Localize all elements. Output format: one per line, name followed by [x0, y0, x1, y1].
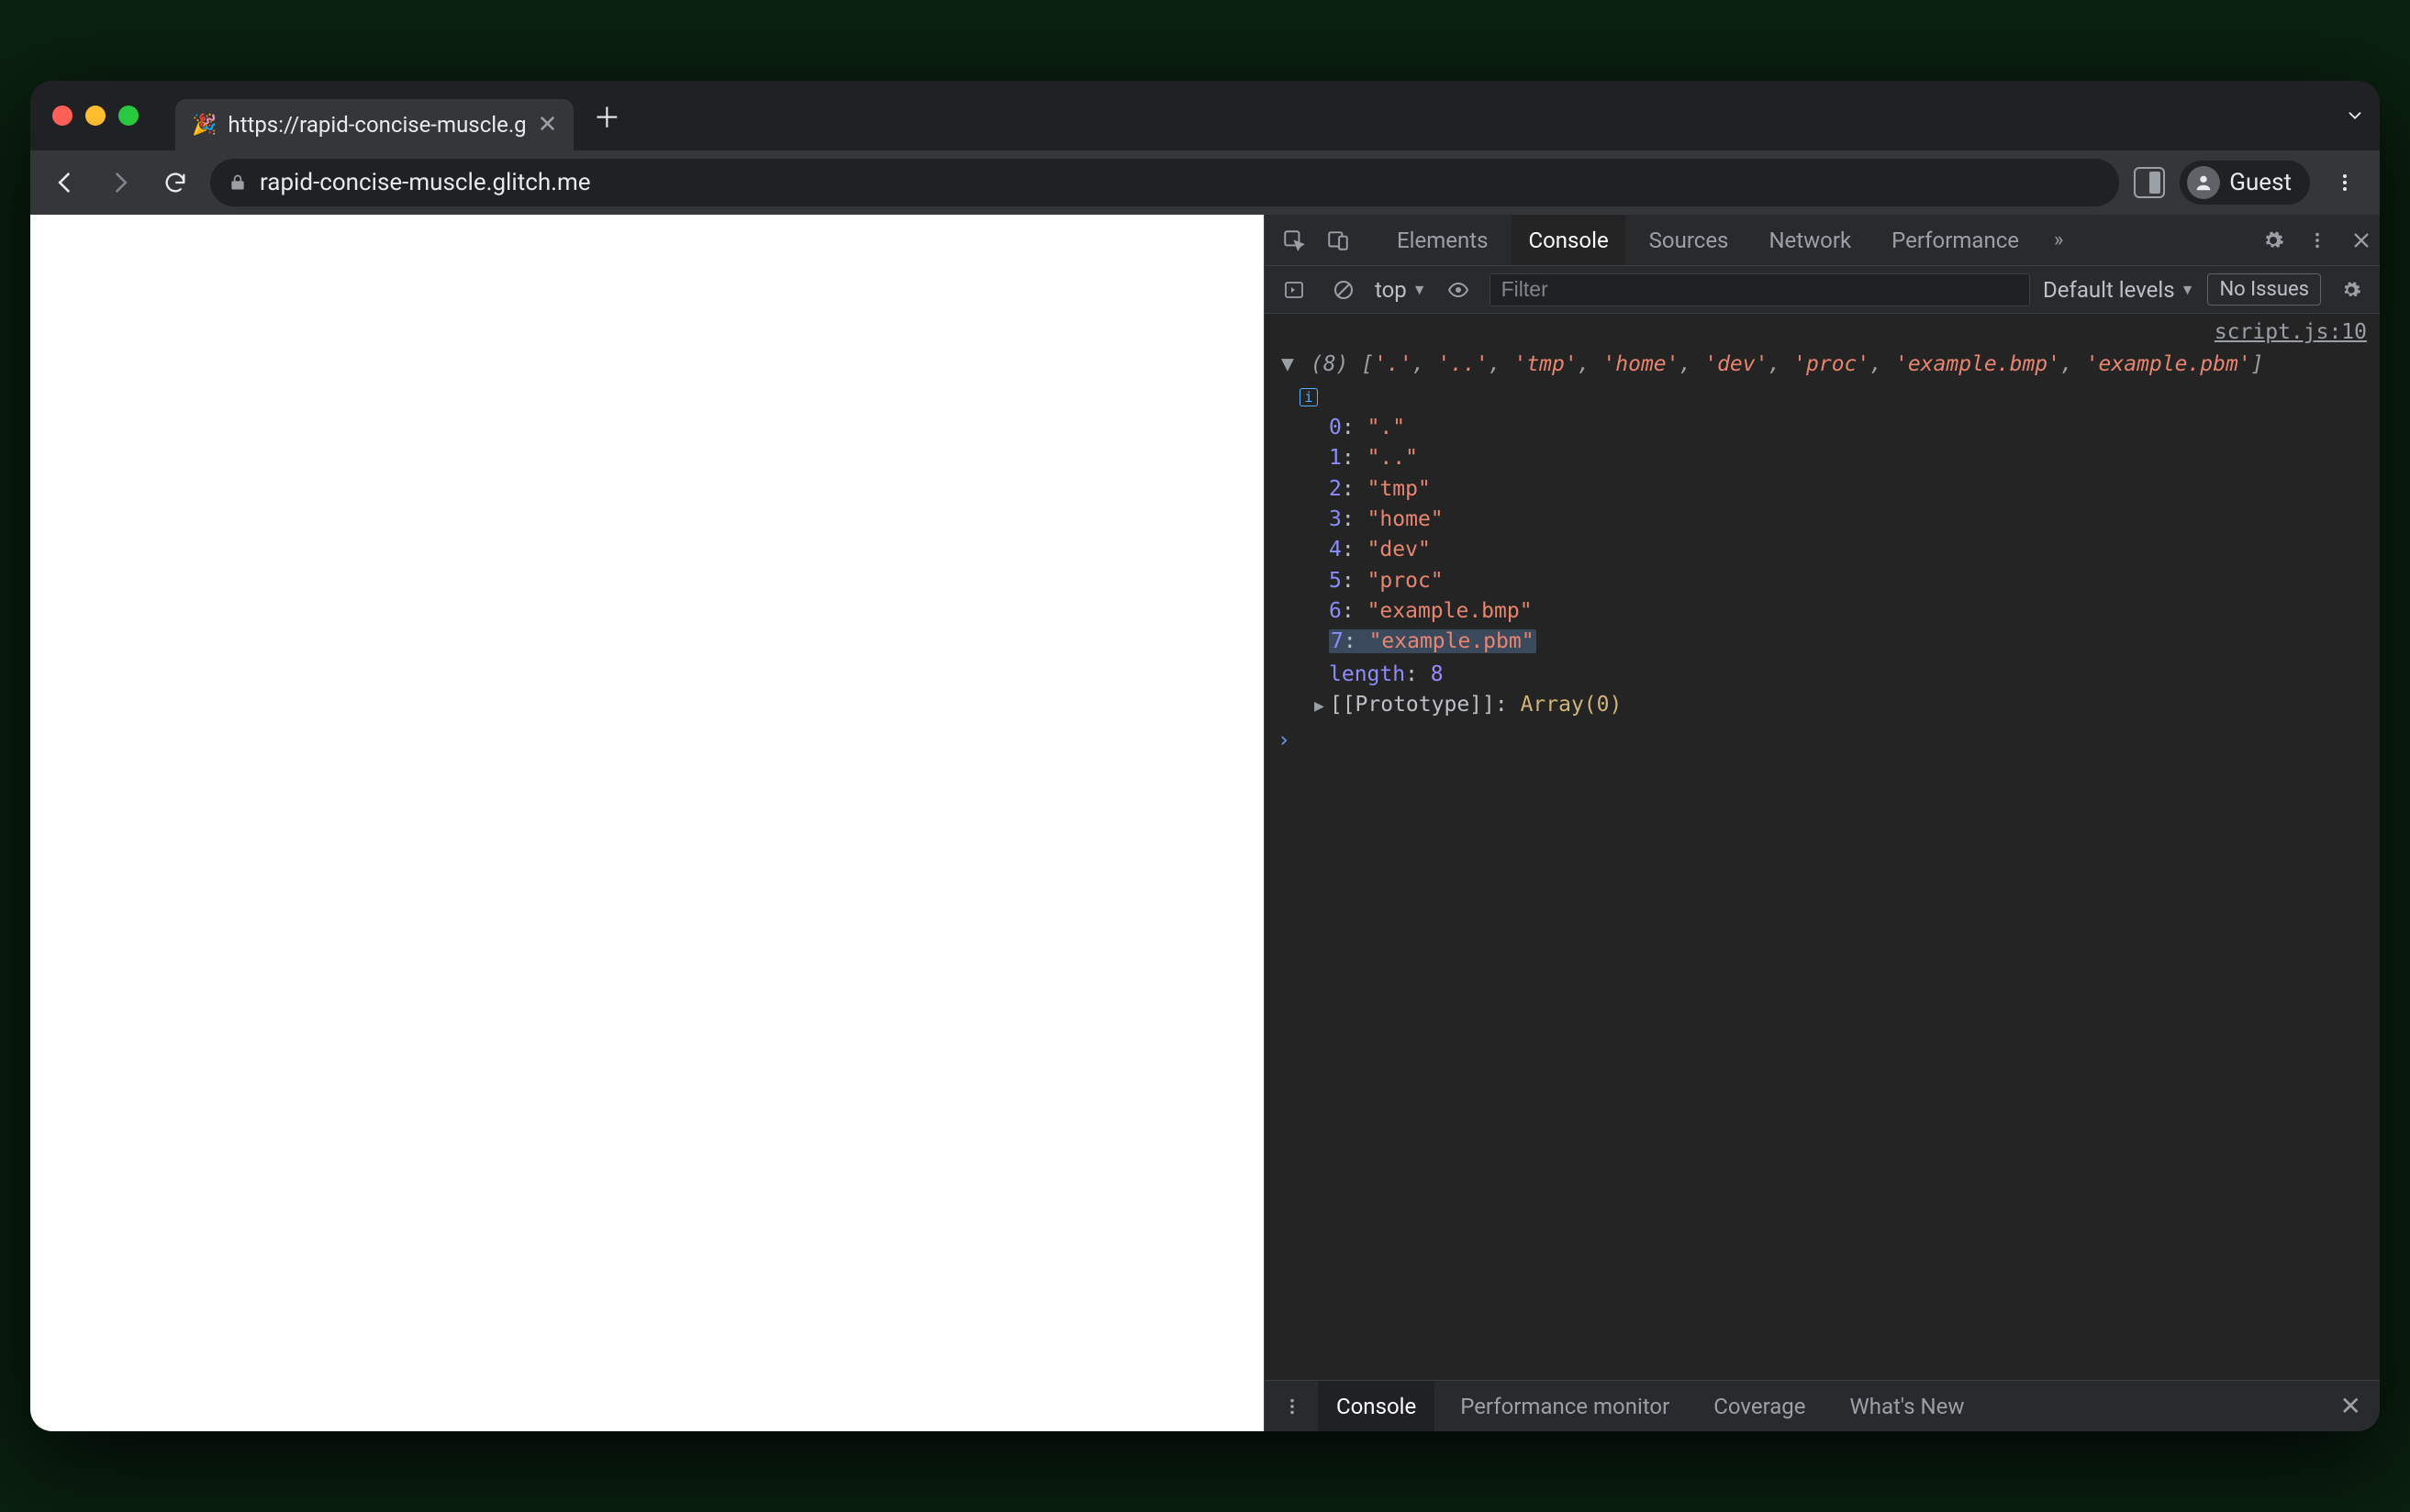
array-entry: 2: "tmp": [1329, 474, 2367, 505]
array-entry: 4: "dev": [1329, 535, 2367, 565]
minimize-window-button[interactable]: [85, 106, 106, 126]
tab-elements[interactable]: Elements: [1380, 215, 1504, 265]
tab-console[interactable]: Console: [1512, 215, 1624, 265]
collapse-icon[interactable]: ▼: [1281, 350, 1298, 380]
devtools-tabbar: Elements Console Sources Network Perform…: [1265, 215, 2380, 266]
panel-toggle-icon[interactable]: [2134, 167, 2165, 198]
window-controls: [52, 106, 139, 126]
array-entry: 7: "example.pbm": [1329, 627, 2367, 657]
tab-strip: 🎉 https://rapid-concise-muscle.g ✕ ＋: [30, 81, 2380, 150]
back-button[interactable]: [45, 162, 85, 203]
profile-label: Guest: [2229, 169, 2292, 196]
devtools-menu-button[interactable]: [2299, 222, 2336, 259]
drawer-tab-perf-monitor[interactable]: Performance monitor: [1442, 1381, 1688, 1431]
tabs-menu-button[interactable]: [2345, 106, 2365, 126]
tab-performance[interactable]: Performance: [1875, 215, 2036, 265]
inspect-element-button[interactable]: [1276, 222, 1312, 259]
array-entry: 1: "..": [1329, 443, 2367, 473]
live-expression-button[interactable]: [1440, 272, 1477, 308]
browser-window: 🎉 https://rapid-concise-muscle.g ✕ ＋ rap…: [30, 81, 2380, 1431]
forward-button[interactable]: [100, 162, 140, 203]
console-output[interactable]: script.js:10 ▼ (8) ['.', '..', 'tmp', 'h…: [1265, 314, 2380, 1380]
tab-favicon: 🎉: [192, 114, 217, 137]
clear-console-button[interactable]: [1325, 272, 1362, 308]
kebab-menu-button[interactable]: [2325, 162, 2365, 203]
toggle-sidebar-button[interactable]: [1276, 272, 1312, 308]
array-entry: 6: "example.bmp": [1329, 596, 2367, 627]
content-area: Elements Console Sources Network Perform…: [30, 215, 2380, 1431]
devtools-drawer: Console Performance monitor Coverage Wha…: [1265, 1380, 2380, 1431]
prototype-row[interactable]: ▶[[Prototype]]: Array(0): [1281, 690, 2367, 720]
tab-sources[interactable]: Sources: [1633, 215, 1746, 265]
array-entries: 0: "."1: ".."2: "tmp"3: "home"4: "dev"5:…: [1281, 411, 2367, 658]
close-devtools-button[interactable]: [2343, 222, 2380, 259]
browser-toolbar: rapid-concise-muscle.glitch.me Guest: [30, 150, 2380, 215]
device-toolbar-button[interactable]: [1320, 222, 1356, 259]
console-prompt[interactable]: ›: [1265, 720, 2380, 762]
avatar-icon: [2187, 166, 2220, 199]
address-bar[interactable]: rapid-concise-muscle.glitch.me: [210, 159, 2119, 206]
devtools-panel: Elements Console Sources Network Perform…: [1264, 215, 2380, 1431]
array-entry: 0: ".": [1329, 413, 2367, 443]
new-tab-button[interactable]: ＋: [588, 97, 625, 134]
info-badge-icon[interactable]: i: [1300, 388, 1318, 406]
devtools-settings-button[interactable]: [2255, 222, 2292, 259]
array-entry: 5: "proc": [1329, 566, 2367, 596]
drawer-tab-coverage[interactable]: Coverage: [1695, 1381, 1824, 1431]
maximize-window-button[interactable]: [118, 106, 139, 126]
context-selector[interactable]: top▼: [1375, 277, 1427, 303]
tab-network[interactable]: Network: [1752, 215, 1868, 265]
issues-button[interactable]: No Issues: [2207, 273, 2321, 306]
close-drawer-button[interactable]: ✕: [2331, 1391, 2371, 1421]
drawer-tab-whats-new[interactable]: What's New: [1832, 1381, 1983, 1431]
console-filter-input[interactable]: [1490, 273, 2030, 306]
drawer-tab-console[interactable]: Console: [1318, 1381, 1434, 1431]
url-text: rapid-concise-muscle.glitch.me: [260, 169, 591, 196]
console-toolbar: top▼ Default levels▼ No Issues: [1265, 266, 2380, 314]
array-length: 8: [1431, 662, 1444, 686]
reload-button[interactable]: [155, 162, 195, 203]
log-levels-selector[interactable]: Default levels▼: [2043, 277, 2194, 303]
array-summary: (8) ['.', '..', 'tmp', 'home', 'dev', 'p…: [1311, 352, 2264, 376]
drawer-menu-button[interactable]: [1274, 1388, 1311, 1425]
profile-button[interactable]: Guest: [2180, 161, 2310, 205]
tab-title: https://rapid-concise-muscle.g: [228, 112, 526, 138]
console-settings-button[interactable]: [2334, 280, 2369, 300]
lock-icon: [229, 173, 247, 192]
close-window-button[interactable]: [52, 106, 73, 126]
close-tab-button[interactable]: ✕: [538, 111, 558, 139]
array-entry: 3: "home": [1329, 505, 2367, 535]
source-link[interactable]: script.js:10: [1265, 314, 2380, 348]
page-viewport[interactable]: [30, 215, 1264, 1431]
log-entry[interactable]: ▼ (8) ['.', '..', 'tmp', 'home', 'dev', …: [1265, 348, 2380, 720]
more-tabs-button[interactable]: »: [2043, 228, 2074, 251]
browser-tab[interactable]: 🎉 https://rapid-concise-muscle.g ✕: [175, 99, 574, 150]
